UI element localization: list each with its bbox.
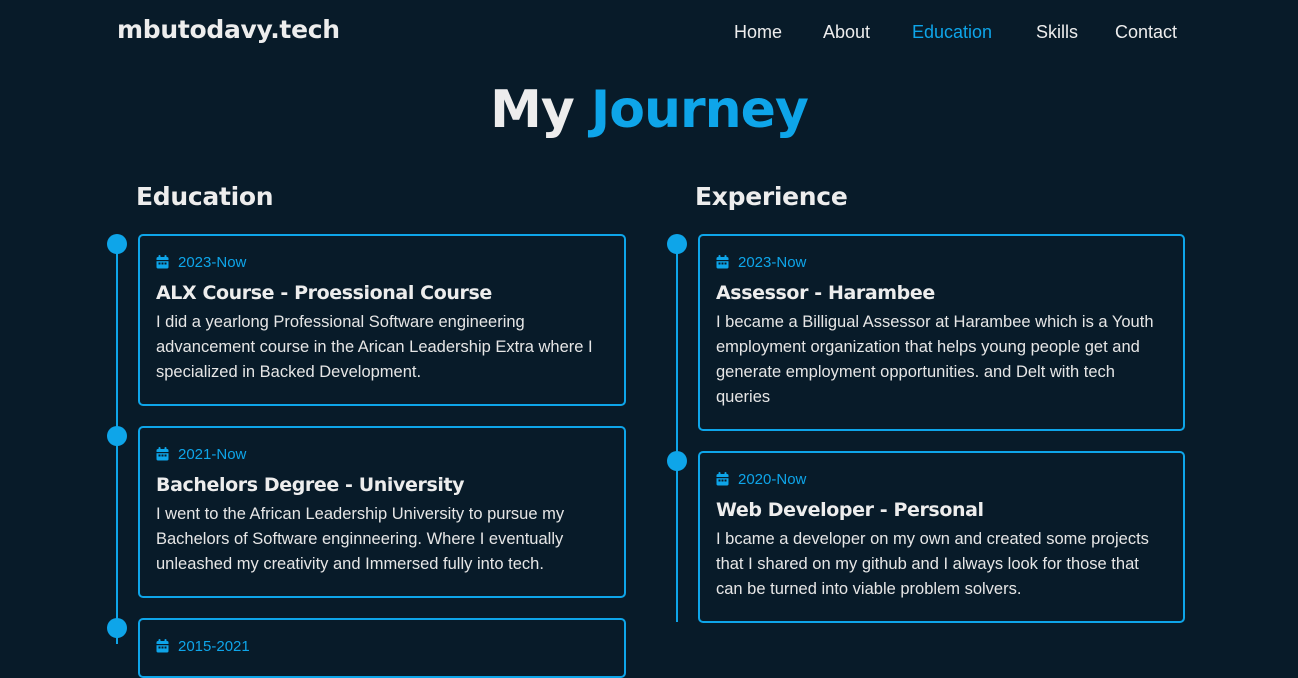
experience-card: 2023-Now Assessor - Harambee I became a … bbox=[698, 234, 1185, 431]
card-description: I went to the African Leadership Univers… bbox=[156, 505, 565, 573]
timeline-dot bbox=[107, 426, 127, 446]
card-description: I became a Billigual Assessor at Harambe… bbox=[716, 313, 1154, 406]
calendar-icon bbox=[156, 639, 169, 653]
calendar-icon bbox=[156, 447, 169, 461]
nav-link-education[interactable]: Education bbox=[912, 22, 992, 43]
experience-timeline-line bbox=[676, 244, 678, 622]
card-date-text: 2023-Now bbox=[178, 253, 247, 271]
main-nav: Home About Education Skills Contact bbox=[0, 22, 1298, 46]
calendar-icon bbox=[716, 255, 729, 269]
education-card: 2021-Now Bachelors Degree - University I… bbox=[138, 426, 626, 598]
calendar-icon bbox=[156, 255, 169, 269]
calendar-icon bbox=[716, 472, 729, 486]
education-heading: Education bbox=[136, 182, 274, 211]
site-header: mbutodavy.tech Home About Education Skil… bbox=[0, 0, 1298, 66]
card-date-text: 2015-2021 bbox=[178, 637, 250, 655]
card-date-text: 2023-Now bbox=[738, 253, 807, 271]
card-description: I bcame a developer on my own and create… bbox=[716, 530, 1149, 598]
timeline-dot bbox=[107, 618, 127, 638]
experience-heading: Experience bbox=[695, 182, 848, 211]
card-date: 2023-Now bbox=[156, 252, 607, 272]
timeline-dot bbox=[107, 234, 127, 254]
timeline-dot bbox=[667, 451, 687, 471]
timeline-dot bbox=[667, 234, 687, 254]
experience-card: 2020-Now Web Developer - Personal I bcam… bbox=[698, 451, 1185, 623]
card-date: 2021-Now bbox=[156, 444, 607, 464]
card-title: Web Developer - Personal bbox=[716, 499, 984, 521]
card-title: Bachelors Degree - University bbox=[156, 474, 465, 496]
card-date-text: 2020-Now bbox=[738, 470, 807, 488]
card-date-text: 2021-Now bbox=[178, 445, 247, 463]
card-date: 2023-Now bbox=[716, 252, 1166, 272]
card-date: 2020-Now bbox=[716, 469, 1166, 489]
nav-link-about[interactable]: About bbox=[823, 22, 870, 43]
card-title: ALX Course - Proessional Course bbox=[156, 282, 492, 304]
card-title: Assessor - Harambee bbox=[716, 282, 935, 304]
nav-link-skills[interactable]: Skills bbox=[1036, 22, 1078, 43]
education-card: 2023-Now ALX Course - Proessional Course… bbox=[138, 234, 626, 406]
nav-link-home[interactable]: Home bbox=[734, 22, 782, 43]
nav-link-contact[interactable]: Contact bbox=[1115, 22, 1177, 43]
card-date: 2015-2021 bbox=[156, 636, 607, 656]
page-title-plain: My bbox=[490, 80, 575, 140]
education-card: 2015-2021 bbox=[138, 618, 626, 678]
page-title-accent: Journey bbox=[590, 80, 809, 140]
card-description: I did a yearlong Professional Software e… bbox=[156, 313, 593, 381]
page-title: My Journey bbox=[0, 80, 1298, 140]
